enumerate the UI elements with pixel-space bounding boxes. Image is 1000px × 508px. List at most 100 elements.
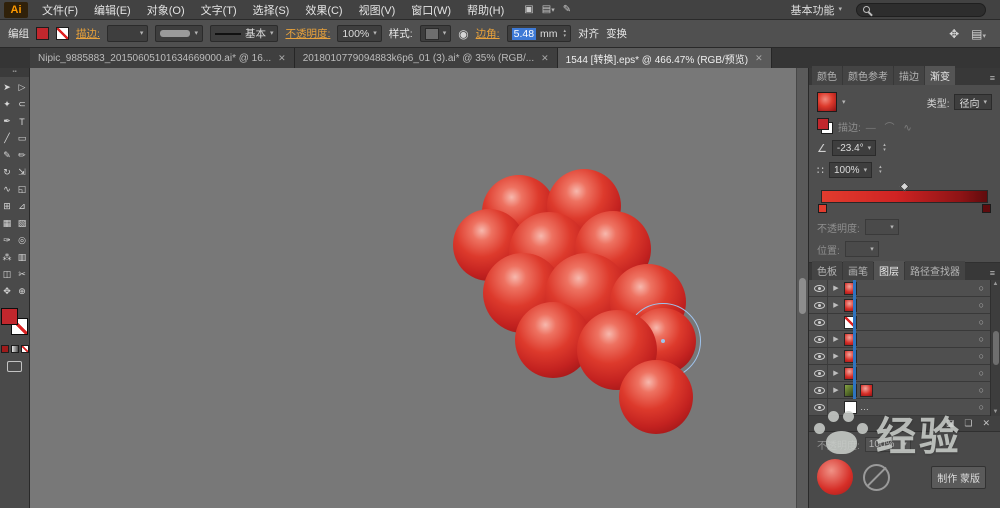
opacity-dropdown[interactable]: 100%▾ <box>337 25 381 42</box>
blend-tool[interactable]: ◎ <box>15 232 30 249</box>
mesh-tool[interactable]: ▦ <box>0 215 15 232</box>
rectangle-tool[interactable]: ▭ <box>15 130 30 147</box>
tab2-2[interactable]: 图层 <box>874 261 904 280</box>
style-dropdown[interactable]: ▾ <box>420 25 452 42</box>
tab-0[interactable]: 颜色 <box>812 66 842 85</box>
layer-row[interactable]: ▶○ <box>809 331 1000 348</box>
layer-row[interactable]: ▶○ <box>809 382 1000 399</box>
expand-chevron-icon[interactable]: ▶ <box>831 335 841 343</box>
layer-row[interactable]: ▶○ <box>809 365 1000 382</box>
make-clip-mask-icon[interactable]: ◪ <box>946 418 955 429</box>
target-circle-icon[interactable]: ○ <box>979 385 984 395</box>
brush-definition-dropdown[interactable]: 基本▾ <box>210 25 279 42</box>
canvas[interactable] <box>30 68 808 508</box>
document-tab[interactable]: 1544 [转换].eps* @ 466.47% (RGB/预览)✕ <box>558 48 772 68</box>
visibility-cell[interactable] <box>812 314 828 330</box>
scale-tool[interactable]: ⇲ <box>15 164 30 181</box>
stepper-icon[interactable]: ▴▾ <box>879 165 882 175</box>
line-tool[interactable]: ╱ <box>0 130 15 147</box>
visibility-cell[interactable] <box>812 382 828 398</box>
corner-link[interactable]: 边角: <box>476 26 500 41</box>
close-tab-icon[interactable]: ✕ <box>755 53 763 64</box>
menu-item-8[interactable]: 帮助(H) <box>459 2 512 18</box>
symbol-sprayer-tool[interactable]: ⁂ <box>0 249 15 266</box>
target-circle-icon[interactable]: ○ <box>979 351 984 361</box>
menu-item-6[interactable]: 视图(V) <box>351 2 404 18</box>
gradient-swatch[interactable] <box>817 92 837 112</box>
slice-tool[interactable]: ✂ <box>15 266 30 283</box>
eye-icon[interactable] <box>814 285 825 292</box>
expand-chevron-icon[interactable]: ▶ <box>831 352 841 360</box>
visibility-cell[interactable] <box>812 348 828 364</box>
gradient-ramp[interactable] <box>821 190 988 203</box>
gradient-slider[interactable] <box>821 190 988 203</box>
tab2-3[interactable]: 路径查找器 <box>905 261 965 280</box>
red-sphere[interactable] <box>619 360 693 434</box>
shape-builder-tool[interactable]: ⊞ <box>0 198 15 215</box>
gradient-tool[interactable]: ▧ <box>15 215 30 232</box>
selection-tool[interactable]: ➤ <box>0 79 15 96</box>
draw-mode-icon[interactable] <box>7 361 22 372</box>
tab2-1[interactable]: 画笔 <box>843 261 873 280</box>
expand-chevron-icon[interactable]: ▶ <box>831 284 841 292</box>
color-mode-icon[interactable] <box>1 345 9 353</box>
rotate-tool[interactable]: ↻ <box>0 164 15 181</box>
eye-icon[interactable] <box>814 404 825 411</box>
eye-icon[interactable] <box>814 353 825 360</box>
gradient-aspect-field[interactable]: 100%▾ <box>829 162 872 178</box>
document-tab[interactable]: Nipic_9885883_20150605101634669000.ai* @… <box>30 48 295 68</box>
menu-item-3[interactable]: 文字(T) <box>193 2 245 18</box>
workspace-switcher[interactable]: 基本功能 ▾ <box>790 2 842 18</box>
stepper-icon[interactable]: ▴▾ <box>883 143 886 153</box>
target-circle-icon[interactable]: ○ <box>979 300 984 310</box>
stroke-link[interactable]: 描边: <box>76 26 100 41</box>
search-input[interactable] <box>856 3 986 17</box>
align-button[interactable]: 对齐 <box>578 26 599 41</box>
scrollbar-thumb[interactable] <box>799 278 806 314</box>
tab-3[interactable]: 渐变 <box>925 66 955 85</box>
perspective-grid-tool[interactable]: ⊿ <box>15 198 30 215</box>
app-logo[interactable]: Ai <box>4 2 28 18</box>
gradient-fill-stroke-icon[interactable] <box>817 118 833 134</box>
stroke-color-swatch[interactable] <box>56 27 69 40</box>
menu-item-1[interactable]: 编辑(E) <box>86 2 139 18</box>
menu-item-0[interactable]: 文件(F) <box>34 2 86 18</box>
target-circle-icon[interactable]: ○ <box>979 317 984 327</box>
share-icon[interactable]: ✎ <box>563 4 571 15</box>
eye-icon[interactable] <box>814 370 825 377</box>
expand-chevron-icon[interactable]: ▶ <box>831 301 841 309</box>
fill-stroke-indicator[interactable] <box>1 308 28 335</box>
panel-dock-icon[interactable]: ▤▾ <box>971 27 986 41</box>
make-mask-button[interactable]: 制作 蒙版 <box>931 466 986 489</box>
gradient-type-dropdown[interactable]: 径向▾ <box>954 94 992 110</box>
delete-layer-icon[interactable]: ✕ <box>982 418 990 429</box>
direct-selection-tool[interactable]: ▷ <box>15 79 30 96</box>
gradient-stop-start[interactable] <box>818 204 827 213</box>
layer-row[interactable]: ▶○ <box>809 297 1000 314</box>
panel-menu-icon[interactable]: ≡ <box>990 268 1000 280</box>
stroke-weight-dropdown[interactable]: ▾ <box>107 25 149 42</box>
eye-icon[interactable] <box>814 387 825 394</box>
menu-item-7[interactable]: 窗口(W) <box>403 2 459 18</box>
opacity-link[interactable]: 不透明度: <box>285 26 330 41</box>
type-tool[interactable]: T <box>15 113 30 130</box>
eye-icon[interactable] <box>814 319 825 326</box>
document-layout-icon[interactable]: ▤▾ <box>542 4 555 15</box>
chevron-down-icon[interactable]: ▾ <box>842 99 846 106</box>
gradient-stop-end[interactable] <box>982 204 991 213</box>
visibility-cell[interactable] <box>812 297 828 313</box>
layer-row[interactable]: …○ <box>809 399 1000 416</box>
document-tab[interactable]: 2018010779094883k6p6_01 (3).ai* @ 35% (R… <box>295 48 558 68</box>
lasso-tool[interactable]: ⊂ <box>15 96 30 113</box>
stepper-icon[interactable]: ▴▾ <box>564 29 567 39</box>
scroll-up-icon[interactable]: ▲ <box>993 281 999 287</box>
recolor-artwork-icon[interactable]: ◉ <box>458 27 468 41</box>
transform-button[interactable]: 变换 <box>606 26 627 41</box>
visibility-cell[interactable] <box>812 280 828 296</box>
layer-row[interactable]: ○ <box>809 314 1000 331</box>
close-tab-icon[interactable]: ✕ <box>541 53 549 64</box>
expand-chevron-icon[interactable]: ▶ <box>831 386 841 394</box>
target-circle-icon[interactable]: ○ <box>979 402 984 412</box>
expand-chevron-icon[interactable]: ▶ <box>831 369 841 377</box>
free-transform-tool[interactable]: ◱ <box>15 181 30 198</box>
